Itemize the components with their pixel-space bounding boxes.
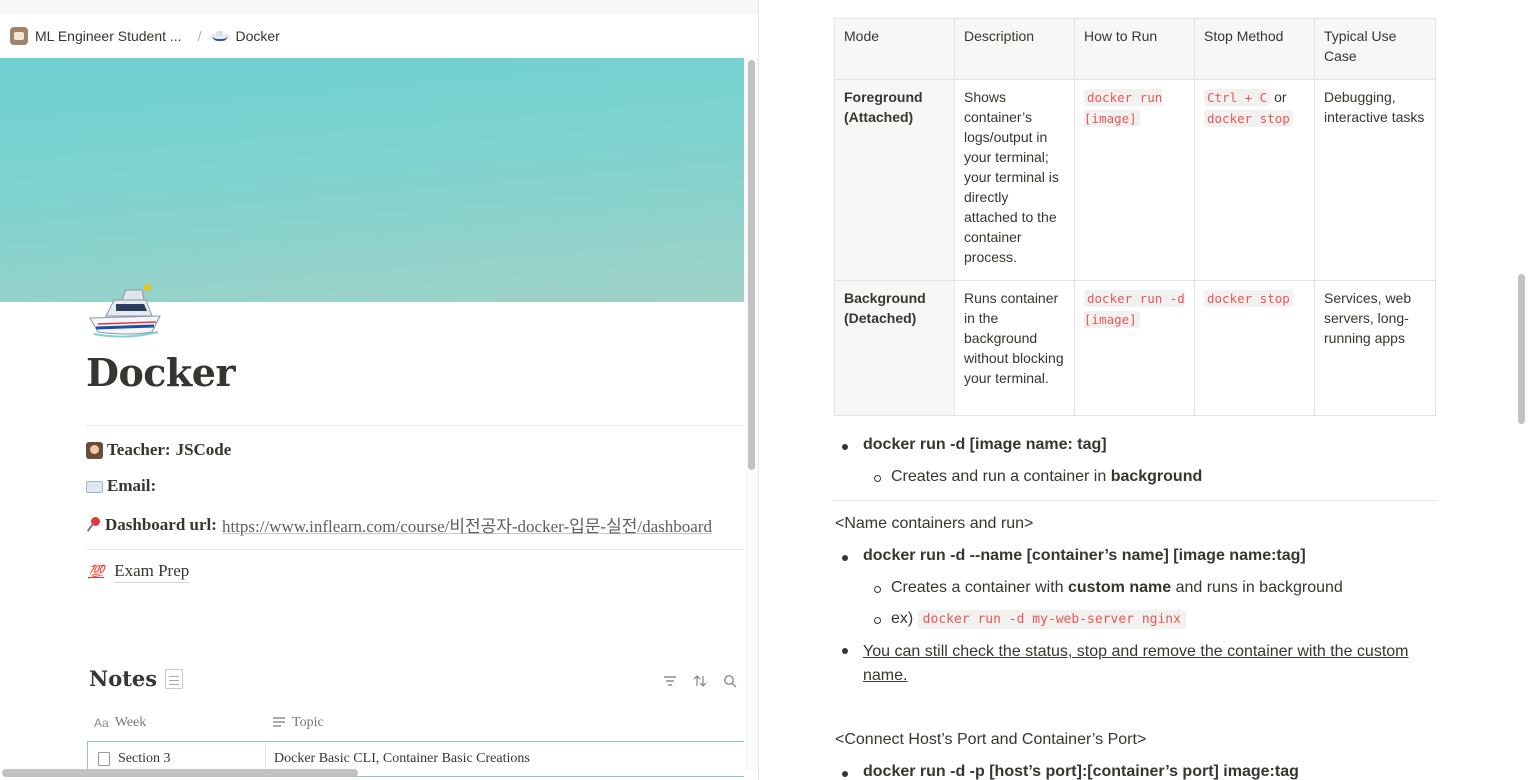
column-week[interactable]: Aa Week	[88, 710, 268, 736]
cell-stop[interactable]: docker stop	[1194, 280, 1315, 416]
page-title[interactable]: Docker	[86, 350, 235, 395]
exam-prep-link[interactable]: 💯 Exam Prep	[88, 561, 190, 583]
cover-image[interactable]	[0, 58, 744, 302]
database-header: Aa Week Topic	[88, 710, 744, 736]
left-pane: ML Engineer Student ... / Docker Docker …	[0, 0, 758, 780]
cell-mode[interactable]: Foreground (Attached)	[834, 79, 955, 281]
header-how-to-run[interactable]: How to Run	[1074, 18, 1195, 80]
email-icon	[86, 481, 103, 493]
bullet-item[interactable]: You can still check the status, stop and…	[842, 640, 1433, 688]
email-property: Email:	[86, 476, 161, 496]
horizontal-scrollbar[interactable]	[2, 769, 358, 777]
table-row: Background (Detached) Runs container in …	[834, 280, 1436, 416]
sub-bullet-item[interactable]: Creates a container with custom name and…	[874, 579, 1343, 597]
cell-week-text: Section 3	[118, 751, 171, 766]
page-boat-icon[interactable]	[86, 282, 166, 338]
sub-bullet-bold: custom name	[1067, 579, 1172, 596]
column-topic-label: Topic	[292, 715, 324, 730]
right-pane: Mode Description How to Run Stop Method …	[759, 0, 1528, 780]
run-code: docker run [image]	[1084, 89, 1163, 127]
sub-bullet-item[interactable]: ex) docker run -d my-web-server nginx	[874, 610, 1186, 629]
bullet-item[interactable]: docker run -d --name [container’s name] …	[842, 547, 1306, 565]
cell-stop[interactable]: Ctrl + C or docker stop	[1194, 79, 1315, 281]
header-mode[interactable]: Mode	[834, 18, 955, 80]
workspace-icon	[10, 27, 28, 45]
table-row: Foreground (Attached) Shows container’s …	[834, 79, 1436, 281]
search-icon[interactable]	[722, 673, 738, 689]
dashboard-label: Dashboard url:	[105, 514, 217, 534]
boat-icon	[211, 29, 229, 43]
sub-bullet-text: Creates and run a container in	[891, 468, 1111, 485]
section-heading-name[interactable]: <Name containers and run>	[835, 515, 1033, 533]
top-strip	[0, 0, 758, 14]
right-vertical-scrollbar[interactable]	[1518, 274, 1525, 424]
teacher-icon	[86, 441, 103, 459]
notes-database-title[interactable]: Notes	[89, 666, 184, 691]
database-toolbar	[662, 673, 738, 689]
breadcrumb-separator: /	[197, 28, 202, 44]
header-use-case[interactable]: Typical Use Case	[1314, 18, 1436, 80]
teacher-value[interactable]: JSCode	[176, 440, 232, 460]
notes-title-text[interactable]: Notes	[89, 666, 157, 691]
pushpin-icon	[86, 516, 101, 533]
sort-icon[interactable]	[692, 673, 708, 689]
stop-code: docker stop	[1204, 110, 1293, 127]
column-topic[interactable]: Topic	[268, 710, 324, 736]
sub-bullet-bold: background	[1110, 468, 1203, 485]
sub-bullet-text: Creates a container with	[891, 579, 1068, 596]
cell-description[interactable]: Runs container in the background without…	[954, 280, 1075, 416]
modes-table: Mode Description How to Run Stop Method …	[834, 18, 1436, 416]
column-week-label: Week	[114, 715, 147, 730]
vertical-scrollbar[interactable]	[748, 60, 755, 470]
cell-use-case[interactable]: Services, web servers, long-running apps	[1314, 280, 1436, 416]
cell-run[interactable]: docker run [image]	[1074, 79, 1195, 281]
breadcrumb-workspace[interactable]: ML Engineer Student ...	[35, 28, 182, 44]
teacher-label: Teacher:	[107, 440, 171, 459]
table-header-row: Mode Description How to Run Stop Method …	[834, 18, 1436, 80]
cell-description[interactable]: Shows container’s logs/output in your te…	[954, 79, 1075, 281]
divider	[86, 425, 744, 426]
stop-code: Ctrl + C	[1204, 89, 1271, 106]
text-property-icon: Aa	[94, 716, 109, 730]
hundred-points-icon: 💯	[88, 564, 105, 579]
cell-run[interactable]: docker run -d [image]	[1074, 280, 1195, 416]
dashboard-property: Dashboard url: https://www.inflearn.com/…	[86, 512, 737, 537]
lines-property-icon	[272, 716, 286, 731]
bullet-item[interactable]: docker run -d -p [host’s port]:[containe…	[842, 763, 1299, 780]
breadcrumb-page[interactable]: Docker	[235, 28, 279, 44]
header-stop-method[interactable]: Stop Method	[1194, 18, 1315, 80]
divider	[86, 549, 744, 550]
bullet-item[interactable]: docker run -d [image name: tag]	[842, 436, 1107, 454]
email-label: Email:	[107, 476, 157, 495]
sub-bullet-text: and runs in background	[1171, 579, 1343, 596]
teacher-property: Teacher: JSCode	[86, 440, 236, 460]
breadcrumb: ML Engineer Student ... / Docker	[10, 25, 280, 47]
notepad-icon	[165, 668, 184, 689]
sub-bullet-text: ex)	[891, 610, 918, 627]
cell-mode[interactable]: Background (Detached)	[834, 280, 955, 416]
filter-icon[interactable]	[662, 673, 678, 689]
stop-or-text: or	[1274, 89, 1287, 105]
run-code: docker run -d [image]	[1084, 290, 1185, 328]
exam-prep-label[interactable]: Exam Prep	[114, 561, 190, 583]
sub-bullet-item[interactable]: Creates and run a container in backgroun…	[873, 468, 1203, 486]
document-icon	[98, 752, 110, 766]
cell-use-case[interactable]: Debugging, interactive tasks	[1314, 79, 1436, 281]
inline-code: docker run -d my-web-server nginx	[917, 610, 1186, 629]
cell-topic-text: Docker Basic CLI, Container Basic Creati…	[274, 751, 530, 766]
stop-code: docker stop	[1204, 290, 1293, 307]
header-description[interactable]: Description	[954, 18, 1075, 80]
divider	[833, 500, 1437, 501]
dashboard-link[interactable]: https://www.inflearn.com/course/비전공자-doc…	[222, 517, 712, 536]
section-heading-port[interactable]: <Connect Host’s Port and Container’s Por…	[835, 731, 1146, 749]
